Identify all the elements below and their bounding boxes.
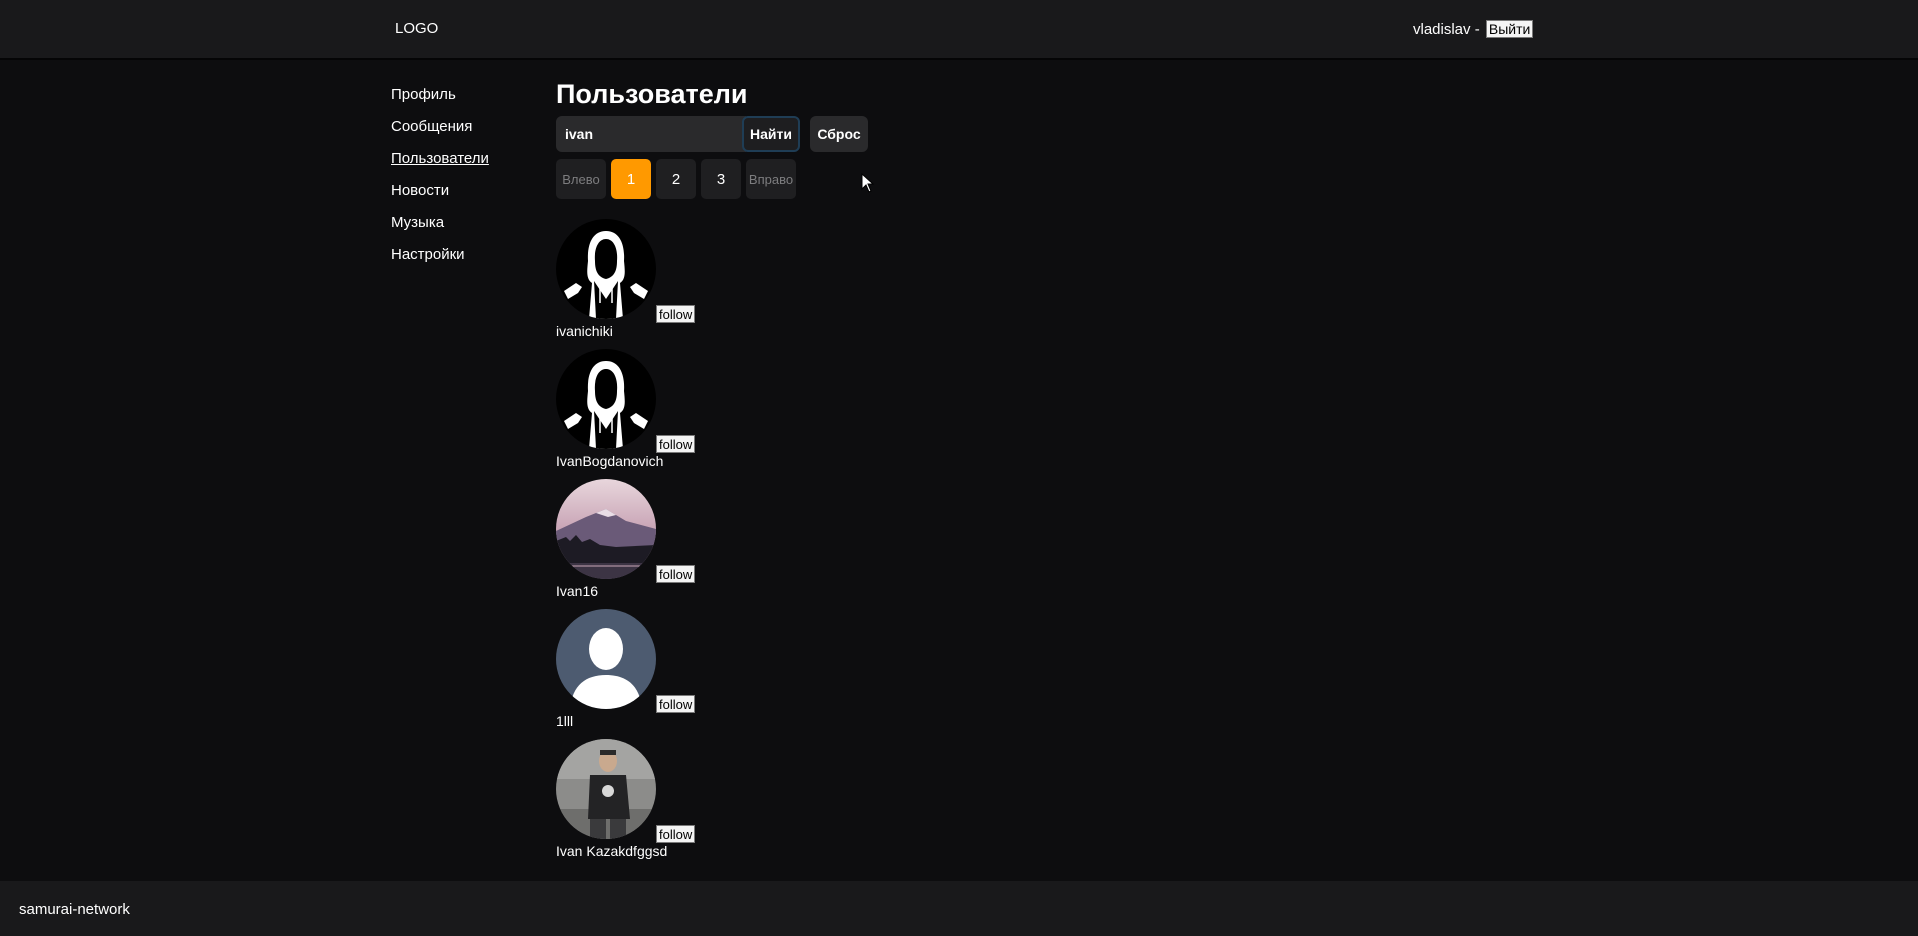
person-photo-avatar[interactable]	[556, 739, 656, 839]
pagination-page-1[interactable]: 1	[611, 159, 651, 199]
follow-button[interactable]: follow	[656, 305, 696, 323]
hooded-figure-avatar[interactable]	[556, 349, 656, 449]
footer: samurai-network	[0, 881, 1918, 936]
hooded-figure-avatar[interactable]	[556, 219, 656, 319]
sidebar-item-messages[interactable]: Сообщения	[391, 116, 489, 148]
follow-button[interactable]: follow	[656, 695, 696, 713]
reset-button[interactable]: Сброс	[810, 116, 868, 152]
logout-button[interactable]: Выйти	[1485, 20, 1534, 38]
user-name: 1lll	[556, 713, 574, 729]
search-input[interactable]	[556, 116, 746, 152]
logo: LOGO	[395, 20, 439, 37]
default-user-silhouette-avatar[interactable]	[556, 609, 656, 709]
sidebar-item-news[interactable]: Новости	[391, 180, 489, 212]
search-row: Найти Сброс	[556, 116, 868, 152]
sidebar-item-settings[interactable]: Настройки	[391, 244, 489, 276]
pagination-next-button[interactable]: Вправо	[746, 159, 796, 199]
username: vladislav	[1413, 20, 1471, 38]
follow-button[interactable]: follow	[656, 565, 696, 583]
pagination-page-3[interactable]: 3	[701, 159, 741, 199]
sidebar-item-music[interactable]: Музыка	[391, 212, 489, 244]
user-name: IvanBogdanovich	[556, 453, 664, 469]
mouse-cursor-icon	[861, 172, 875, 198]
header: LOGO vladislav - Выйти	[0, 0, 1918, 60]
pagination: Влево 1 2 3 Вправо	[556, 159, 801, 199]
main-content: Пользователи Найти Сброс Влево 1 2 3 Впр…	[556, 76, 868, 859]
user-block: vladislav - Выйти	[1413, 20, 1534, 38]
username-separator: -	[1470, 20, 1484, 38]
mountain-landscape-avatar[interactable]	[556, 479, 656, 579]
footer-text: samurai-network	[19, 901, 130, 918]
user-name: Ivan Kazakdfggsd	[556, 843, 668, 859]
pagination-page-2[interactable]: 2	[656, 159, 696, 199]
user-name: Ivan16	[556, 583, 599, 599]
user-name: ivanichiki	[556, 323, 613, 339]
page-title: Пользователи	[556, 79, 748, 109]
sidebar-item-users[interactable]: Пользователи	[391, 148, 489, 180]
find-button[interactable]: Найти	[742, 116, 800, 152]
follow-button[interactable]: follow	[656, 825, 696, 843]
sidebar-item-profile[interactable]: Профиль	[391, 84, 489, 116]
pagination-prev-button[interactable]: Влево	[556, 159, 606, 199]
sidebar-nav: Профиль Сообщения Пользователи Новости М…	[391, 84, 489, 276]
follow-button[interactable]: follow	[656, 435, 696, 453]
